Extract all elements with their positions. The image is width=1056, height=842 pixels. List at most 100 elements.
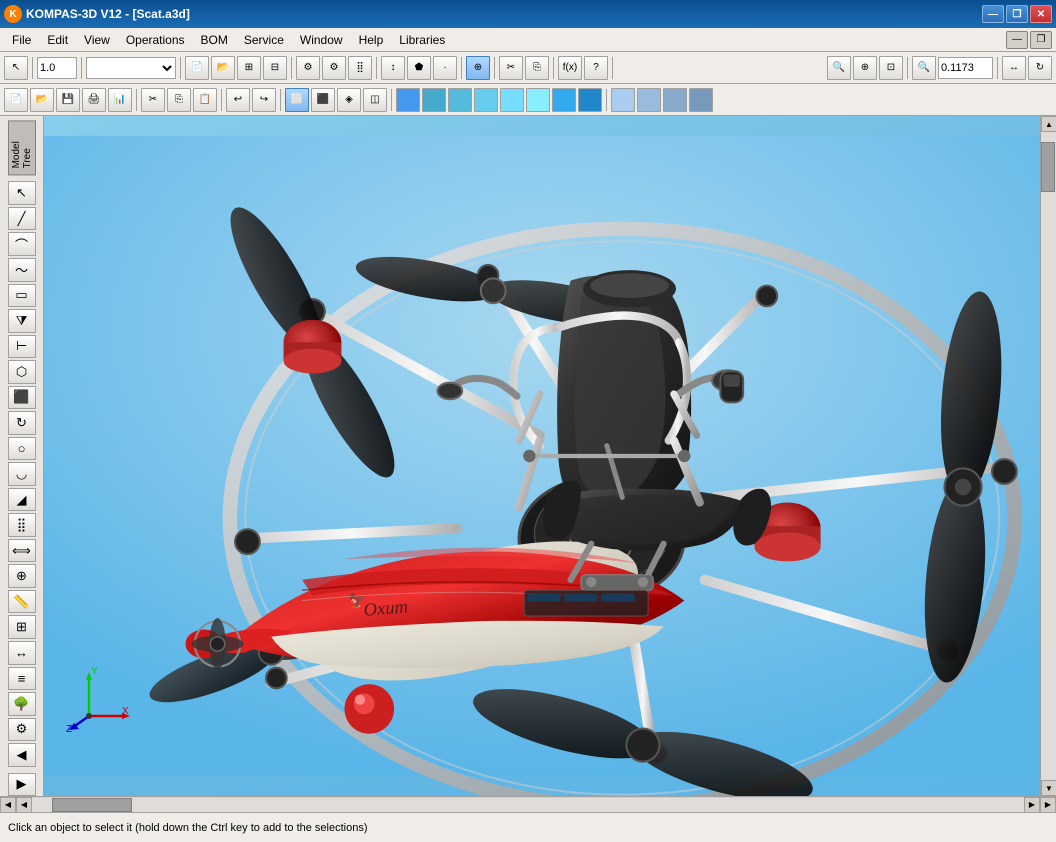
sidebar-extrude-btn[interactable]: ⬛ bbox=[8, 386, 36, 410]
menu-service[interactable]: Service bbox=[236, 31, 292, 49]
restore-button[interactable]: ❐ bbox=[1006, 5, 1028, 23]
copy-btn[interactable]: ⎘ bbox=[525, 56, 549, 80]
sidebar-tree-btn[interactable]: 🌳 bbox=[8, 692, 36, 716]
scroll-left2-btn[interactable]: ◀ bbox=[16, 797, 32, 813]
view-combo[interactable] bbox=[86, 57, 176, 79]
plane-btn[interactable]: ⬟ bbox=[407, 56, 431, 80]
color7-btn[interactable] bbox=[552, 88, 576, 112]
menu-file[interactable]: File bbox=[4, 31, 39, 49]
material3-btn[interactable] bbox=[663, 88, 687, 112]
material4-btn[interactable] bbox=[689, 88, 713, 112]
help-btn[interactable]: ? bbox=[584, 56, 608, 80]
orbit-btn[interactable]: ↻ bbox=[1028, 56, 1052, 80]
color8-btn[interactable] bbox=[578, 88, 602, 112]
copy2-btn[interactable]: ⎘ bbox=[167, 88, 191, 112]
shade-edge-btn[interactable]: ◈ bbox=[337, 88, 361, 112]
pattern-btn[interactable]: ⣿ bbox=[348, 56, 372, 80]
menu-view[interactable]: View bbox=[76, 31, 118, 49]
minimize-button[interactable]: — bbox=[982, 5, 1004, 23]
zoom-value-input[interactable] bbox=[938, 57, 993, 79]
formula-btn[interactable]: f(x) bbox=[558, 56, 582, 80]
inner-minimize[interactable]: — bbox=[1006, 31, 1028, 49]
sidebar-filter-btn[interactable]: ⧩ bbox=[8, 309, 36, 333]
view3d-btn[interactable]: ⊕ bbox=[466, 56, 490, 80]
scroll-right-btn[interactable]: ▶ bbox=[1024, 797, 1040, 813]
sidebar-rect-btn[interactable]: ▭ bbox=[8, 284, 36, 308]
scroll-down-btn[interactable]: ▼ bbox=[1041, 780, 1056, 796]
paste2-btn[interactable]: 📋 bbox=[193, 88, 217, 112]
sidebar-collapse-btn[interactable]: ◀ bbox=[8, 743, 36, 767]
sidebar-spline-btn[interactable]: 〜 bbox=[8, 258, 36, 282]
scroll-left-btn[interactable]: ◀ bbox=[0, 797, 16, 813]
coord-btn[interactable]: ⊞ bbox=[237, 56, 261, 80]
color4-btn[interactable] bbox=[474, 88, 498, 112]
scroll-thumb-v[interactable] bbox=[1041, 142, 1055, 192]
hidden-btn[interactable]: ◫ bbox=[363, 88, 387, 112]
point-btn[interactable]: · bbox=[433, 56, 457, 80]
new2-btn[interactable]: 📄 bbox=[4, 88, 28, 112]
menu-help[interactable]: Help bbox=[351, 31, 392, 49]
sidebar-fillet-btn[interactable]: ◡ bbox=[8, 462, 36, 486]
scroll-up-btn[interactable]: ▲ bbox=[1041, 116, 1056, 132]
color6-btn[interactable] bbox=[526, 88, 550, 112]
tb-separator-4 bbox=[291, 57, 292, 79]
color5-btn[interactable] bbox=[500, 88, 524, 112]
open2-btn[interactable]: 📂 bbox=[30, 88, 54, 112]
sidebar-revolve-btn[interactable]: ↻ bbox=[8, 411, 36, 435]
sidebar-expand-btn[interactable]: ▶ bbox=[8, 773, 36, 796]
sidebar-arc-btn[interactable]: ⌒ bbox=[8, 232, 36, 256]
model-tree-tab[interactable]: Model Tree bbox=[8, 120, 36, 175]
zoom-in-btn[interactable]: ⊕ bbox=[853, 56, 877, 80]
redo2-btn[interactable]: ↪ bbox=[252, 88, 276, 112]
sidebar-dim-btn[interactable]: ⊢ bbox=[8, 335, 36, 359]
menu-window[interactable]: Window bbox=[292, 31, 351, 49]
pan-btn[interactable]: ↔ bbox=[1002, 56, 1026, 80]
scroll-thumb-h[interactable] bbox=[52, 798, 132, 812]
sidebar-boolean-btn[interactable]: ⊕ bbox=[8, 564, 36, 588]
new-file-btn[interactable]: 📄 bbox=[185, 56, 209, 80]
cut2-btn[interactable]: ✂ bbox=[141, 88, 165, 112]
sidebar-line-btn[interactable]: ╱ bbox=[8, 207, 36, 231]
constraint2-btn[interactable]: ⚙ bbox=[322, 56, 346, 80]
color3-btn[interactable] bbox=[448, 88, 472, 112]
scroll-right2-btn[interactable]: ▶ bbox=[1040, 797, 1056, 813]
zoom-input[interactable] bbox=[37, 57, 77, 79]
material2-btn[interactable] bbox=[637, 88, 661, 112]
zoom-icon-btn[interactable]: 🔍 bbox=[912, 56, 936, 80]
sidebar-mirror-btn[interactable]: ⟺ bbox=[8, 539, 36, 563]
open-file-btn[interactable]: 📂 bbox=[211, 56, 235, 80]
shade-btn[interactable]: ⬛ bbox=[311, 88, 335, 112]
sidebar-chamfer-btn[interactable]: ◢ bbox=[8, 488, 36, 512]
sidebar-array-btn[interactable]: ⣿ bbox=[8, 513, 36, 537]
color1-btn[interactable] bbox=[396, 88, 420, 112]
sidebar-sketch3d-btn[interactable]: ⬡ bbox=[8, 360, 36, 384]
print2-btn[interactable]: 🖨 bbox=[82, 88, 106, 112]
zoom-area-btn[interactable]: 🔍 bbox=[827, 56, 851, 80]
wireframe-btn[interactable]: ⬜ bbox=[285, 88, 309, 112]
axis-btn[interactable]: ↕ bbox=[381, 56, 405, 80]
sidebar-measure-btn[interactable]: 📏 bbox=[8, 590, 36, 614]
menu-bom[interactable]: BOM bbox=[193, 31, 236, 49]
vertical-scrollbar[interactable]: ▲ ▼ bbox=[1040, 116, 1056, 796]
menu-libraries[interactable]: Libraries bbox=[391, 31, 453, 49]
sidebar-coord-btn[interactable]: ⊞ bbox=[8, 615, 36, 639]
menu-edit[interactable]: Edit bbox=[39, 31, 76, 49]
sidebar-hole-btn[interactable]: ○ bbox=[8, 437, 36, 461]
close-button[interactable]: ✕ bbox=[1030, 5, 1052, 23]
undo2-btn[interactable]: ↩ bbox=[226, 88, 250, 112]
color2-btn[interactable] bbox=[422, 88, 446, 112]
select-tool-btn[interactable]: ↖ bbox=[4, 56, 28, 80]
cut-btn[interactable]: ✂ bbox=[499, 56, 523, 80]
material1-btn[interactable] bbox=[611, 88, 635, 112]
sidebar-move-btn[interactable]: ↔ bbox=[8, 641, 36, 665]
sidebar-unknown-btn[interactable]: ⚙ bbox=[8, 718, 36, 742]
inner-restore[interactable]: ❐ bbox=[1030, 31, 1052, 49]
zoom-fit-btn[interactable]: ⊡ bbox=[879, 56, 903, 80]
sidebar-pointer-btn[interactable]: ↖ bbox=[8, 181, 36, 205]
orient-btn[interactable]: ⊟ bbox=[263, 56, 287, 80]
menu-operations[interactable]: Operations bbox=[118, 31, 193, 49]
sidebar-param-btn[interactable]: ≡ bbox=[8, 667, 36, 691]
save2-btn[interactable]: 💾 bbox=[56, 88, 80, 112]
constraint-btn[interactable]: ⚙ bbox=[296, 56, 320, 80]
scan2-btn[interactable]: 📊 bbox=[108, 88, 132, 112]
